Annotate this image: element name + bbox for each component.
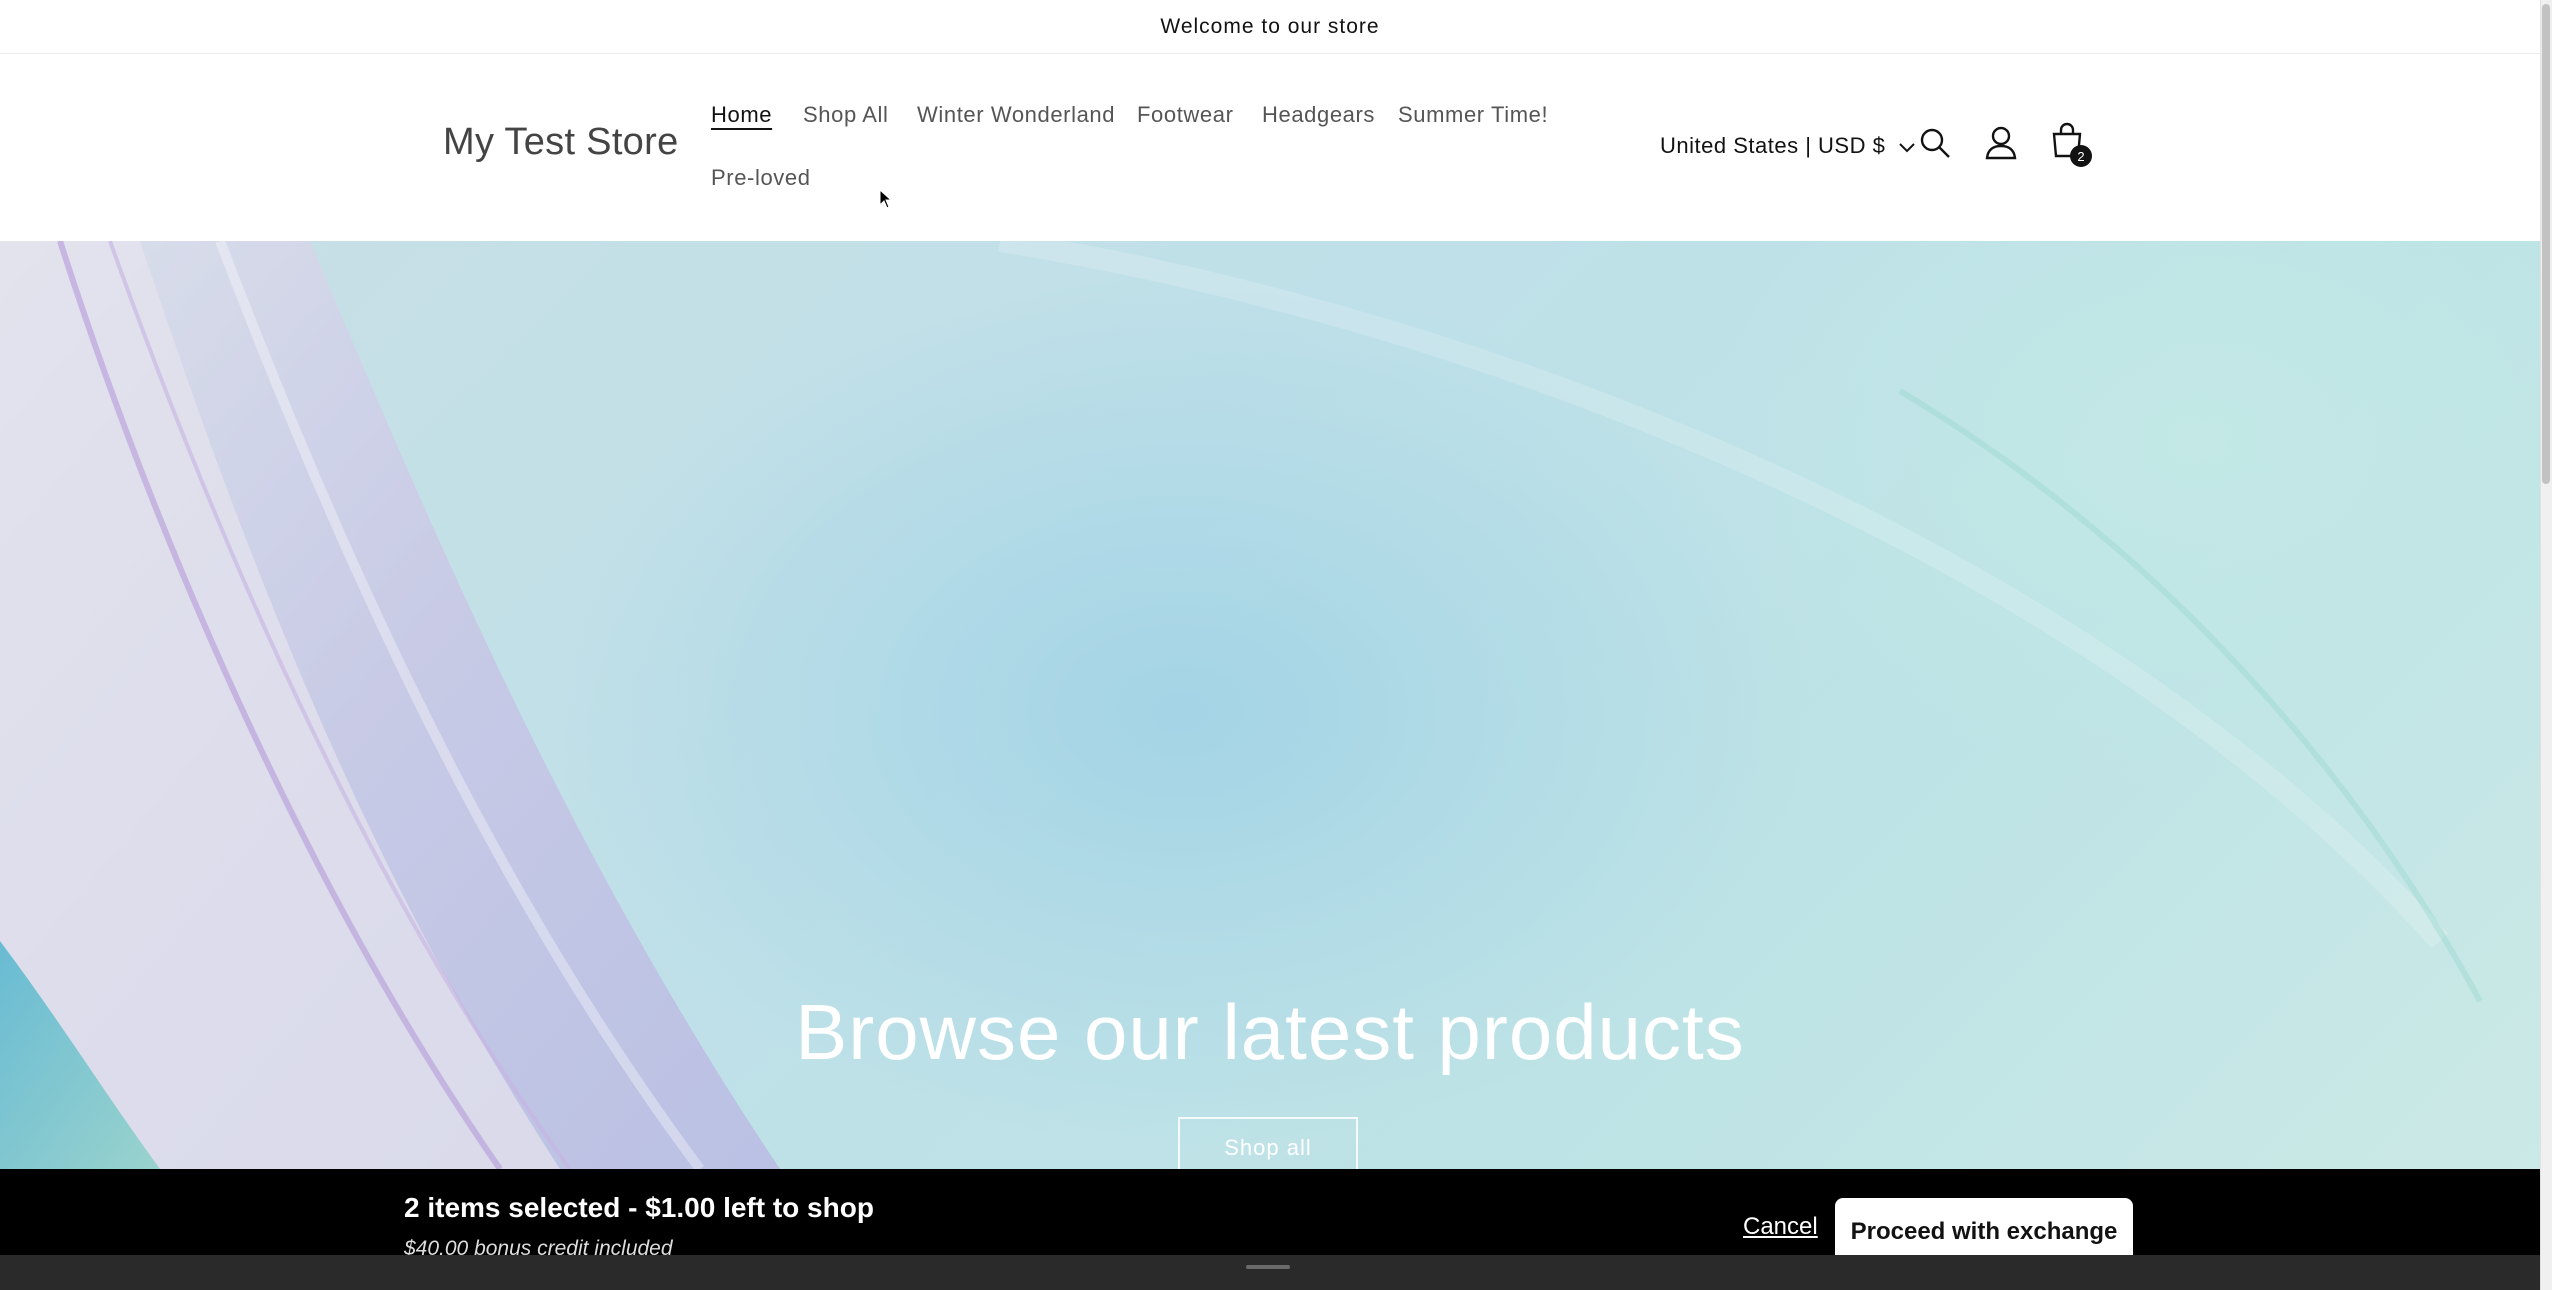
exchange-bar: 2 items selected - $1.00 left to shop $4… [0,1169,2540,1255]
exchange-bonus-credit: $40.00 bonus credit included [404,1237,673,1255]
scrollbar-thumb[interactable] [2542,4,2550,484]
hero-banner: Browse our latest products Shop all [0,241,2540,1169]
cancel-button[interactable]: Cancel [1743,1213,1818,1241]
proceed-with-exchange-button[interactable]: Proceed with exchange [1835,1198,2133,1255]
bottom-drawer-strip [0,1255,2540,1290]
nav-item-summer-time[interactable]: Summer Time! [1398,102,1548,128]
nav-item-home[interactable]: Home [711,102,772,128]
nav-item-winter-wonderland[interactable]: Winter Wonderland [917,102,1115,128]
nav-item-pre-loved[interactable]: Pre-loved [711,165,811,191]
nav-item-footwear[interactable]: Footwear [1137,102,1234,128]
account-button[interactable] [1979,123,2023,167]
drag-handle[interactable] [1246,1265,1290,1269]
search-icon [1919,127,1951,164]
announcement-text: Welcome to our store [1160,14,1380,38]
exchange-summary-title: 2 items selected - $1.00 left to shop [404,1192,874,1223]
country-currency-selector[interactable]: United States | USD $ [1660,133,1916,159]
nav-item-shop-all[interactable]: Shop All [803,102,889,128]
account-icon [1985,126,2017,165]
hero-title: Browse our latest products [795,988,1745,1076]
nav-item-headgears[interactable]: Headgears [1262,102,1375,128]
search-button[interactable] [1913,123,1957,167]
store-logo[interactable]: My Test Store [443,121,679,164]
site-header: My Test Store Home Shop All Winter Wonde… [0,54,2540,241]
mouse-cursor-icon [879,188,893,214]
cart-button[interactable]: 2 [2045,120,2092,167]
cart-count-badge: 2 [2070,145,2092,167]
shop-all-button[interactable]: Shop all [1178,1117,1358,1169]
country-currency-label: United States | USD $ [1660,133,1886,158]
announcement-bar: Welcome to our store [0,0,2540,54]
